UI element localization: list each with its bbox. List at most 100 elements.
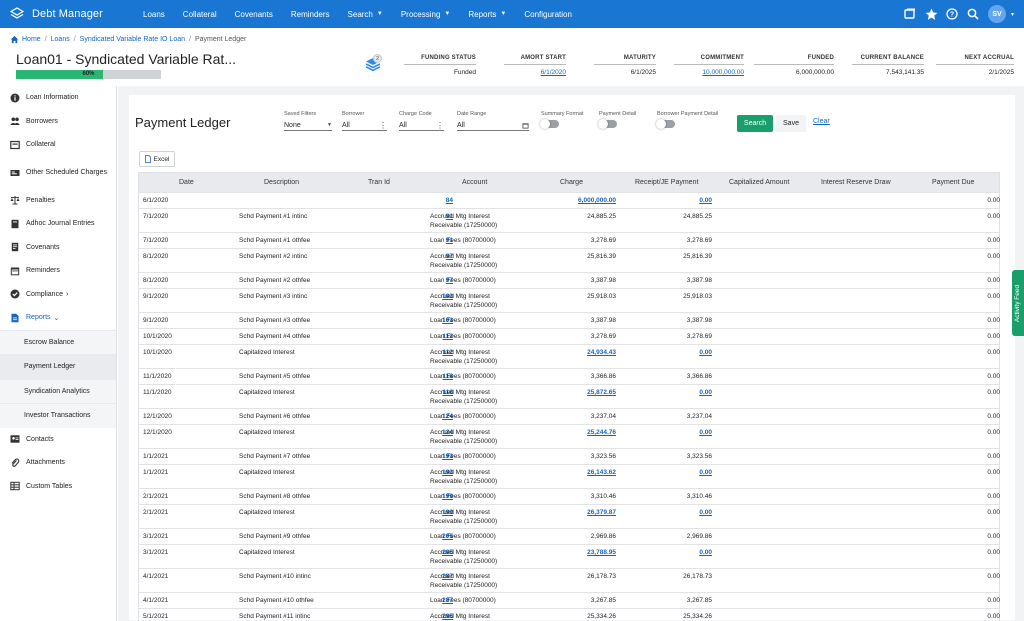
column-header-description[interactable]: Description [264, 179, 299, 186]
cell-receipt[interactable]: 0.00 [632, 549, 712, 558]
cell-date: 3/1/2021 [143, 533, 169, 540]
sidebar-item-covenants[interactable]: Covenants [0, 236, 116, 260]
more-vertical-icon: ⋮ [436, 120, 444, 130]
nav-item-label: Covenants [234, 9, 273, 19]
charge-code-select[interactable]: All ⋮ [399, 120, 444, 131]
sidebar-item-contacts[interactable]: Contacts [0, 428, 116, 452]
user-avatar[interactable]: SV [987, 5, 1006, 23]
borrower-payment-detail-toggle[interactable] [656, 118, 675, 129]
nav-item-reminders[interactable]: Reminders [282, 10, 339, 19]
svg-text:?: ? [950, 12, 954, 19]
cell-description: Schd Payment #11 intinc [239, 613, 311, 620]
cell-payment-due: 0.00 [987, 413, 1000, 420]
cell-charge: 25,918.03 [587, 293, 616, 300]
sidebar-subitem-syndication-analytics[interactable]: Syndication Analytics [0, 378, 116, 403]
sidebar-item-loan-information[interactable]: Loan Information [0, 86, 116, 110]
cell-charge[interactable]: 25,244.76 [536, 429, 616, 438]
borrower-select[interactable]: All ⋮ [342, 120, 387, 131]
breadcrumb-loan[interactable]: Syndicated Variable Rate IO Loan [80, 36, 185, 43]
nav-item-reports[interactable]: Reports ▼ [459, 10, 515, 19]
cell-payment-due: 0.00 [987, 293, 1000, 300]
activity-feed-label: Activity Feed [1014, 284, 1022, 322]
breadcrumb-loans[interactable]: Loans [51, 36, 70, 43]
cell-charge[interactable]: 26,143.62 [536, 469, 616, 478]
column-header-date[interactable]: Date [179, 179, 194, 186]
chevron-down-icon[interactable]: ▾ [1011, 11, 1014, 18]
cell-date: 11/1/2020 [143, 373, 172, 380]
cell-receipt[interactable]: 0.00 [632, 349, 712, 358]
save-button[interactable]: Save [776, 115, 806, 132]
summary-format-toggle[interactable] [540, 118, 559, 129]
column-header-interest-reserve-draw[interactable]: Interest Reserve Draw [821, 179, 891, 186]
sidebar-subitem-escrow-balance[interactable]: Escrow Balance [0, 329, 116, 354]
brand[interactable]: Debt Manager [0, 7, 134, 21]
sidebar-item-compliance[interactable]: Compliance › [0, 283, 116, 307]
home-icon[interactable] [10, 35, 19, 44]
cell-charge[interactable]: 6,000,000.00 [536, 197, 616, 206]
sidebar-item-adhoc-journal-entries[interactable]: Adhoc Journal Entries [0, 212, 116, 236]
cell-receipt[interactable]: 0.00 [632, 197, 712, 206]
search-button[interactable]: Search [737, 115, 773, 132]
activity-feed-tab[interactable]: Activity Feed [1012, 270, 1024, 336]
sidebar-item-reports[interactable]: Reports ⌄ [0, 306, 116, 330]
scale-icon [10, 196, 20, 205]
nav-item-collateral[interactable]: Collateral [174, 10, 226, 19]
column-header-charge[interactable]: Charge [560, 179, 583, 186]
excel-export-button[interactable]: Excel [139, 151, 175, 167]
table-row: 4/1/2021 Schd Payment #10 othfee 287 Loan F… [139, 592, 1000, 608]
nav-item-search[interactable]: Search ▼ [339, 10, 392, 19]
sidebar-item-collateral[interactable]: Collateral [0, 133, 116, 157]
main-content: Payment Ledger Saved Filters None ▼ Borr… [118, 86, 1024, 621]
charges-icon [10, 169, 20, 176]
cell-description: Schd Payment #2 othfee [239, 277, 311, 284]
sidebar-subitem-payment-ledger[interactable]: Payment Ledger [0, 354, 116, 379]
stat-value[interactable]: 6/1/2020 [504, 69, 566, 76]
cell-charge: 25,816.39 [587, 253, 616, 260]
cell-tran-id[interactable]: 84 [413, 197, 453, 206]
nav-item-configuration[interactable]: Configuration [515, 10, 581, 19]
clear-link[interactable]: Clear [813, 118, 830, 125]
sidebar-subitem-investor-transactions[interactable]: Investor Transactions [0, 403, 116, 428]
cell-receipt[interactable]: 0.00 [632, 509, 712, 518]
cell-charge[interactable]: 23,788.95 [536, 549, 616, 558]
windows-icon[interactable] [904, 8, 917, 21]
breadcrumb-home[interactable]: Home [22, 36, 41, 43]
cell-account: Accrued Mtg Interest [430, 469, 490, 476]
sidebar-item-penalties[interactable]: Penalties [0, 189, 116, 213]
nav-item-processing[interactable]: Processing ▼ [392, 10, 460, 19]
column-header-payment-due[interactable]: Payment Due [932, 179, 974, 186]
info-icon [10, 93, 20, 103]
cell-description: Schd Payment #1 othfee [239, 237, 311, 244]
date-range-input[interactable]: All [457, 120, 529, 131]
saved-filters-select[interactable]: None ▼ [284, 120, 332, 131]
stat-value[interactable]: 10,000,000.00 [674, 69, 744, 76]
search-icon[interactable] [967, 8, 980, 21]
cell-receipt: 3,310.46 [686, 493, 712, 500]
cell-receipt[interactable]: 0.00 [632, 429, 712, 438]
sidebar-item-custom-tables[interactable]: Custom Tables [0, 475, 116, 499]
nav-item-covenants[interactable]: Covenants [226, 10, 282, 19]
help-icon[interactable]: ? [946, 8, 959, 21]
sidebar-item-other-scheduled-charges[interactable]: Other Scheduled Charges [0, 157, 116, 189]
sidebar-item-reminders[interactable]: Reminders [0, 259, 116, 283]
cell-charge: 3,387.98 [590, 317, 616, 324]
table-row: 10/1/2020 Schd Payment #4 othfee 112 Loan F… [139, 328, 1000, 344]
summary-format-filter: Summary Format [540, 111, 583, 129]
sidebar-item-borrowers[interactable]: Borrowers [0, 110, 116, 134]
column-header-receipt-je-payment[interactable]: Receipt/JE Payment [635, 179, 698, 186]
cell-charge[interactable]: 25,872.65 [536, 389, 616, 398]
column-header-account[interactable]: Account [462, 179, 487, 186]
table-row: 12/1/2020 Schd Payment #6 othfee 124 Loan F… [139, 408, 1000, 424]
payment-detail-toggle[interactable] [598, 118, 617, 129]
cell-charge: 24,885.25 [587, 213, 616, 220]
column-header-tran-id[interactable]: Tran Id [368, 179, 390, 186]
cell-receipt[interactable]: 0.00 [632, 389, 712, 398]
nav-item-loans[interactable]: Loans [134, 10, 174, 19]
sidebar-item-attachments[interactable]: Attachments [0, 451, 116, 475]
column-header-capitalized-amount[interactable]: Capitalized Amount [729, 179, 789, 186]
cell-payment-due: 0.00 [987, 597, 1000, 604]
star-icon[interactable] [925, 8, 938, 21]
cell-receipt[interactable]: 0.00 [632, 469, 712, 478]
cell-charge[interactable]: 24,934.43 [536, 349, 616, 358]
cell-charge[interactable]: 26,379.87 [536, 509, 616, 518]
